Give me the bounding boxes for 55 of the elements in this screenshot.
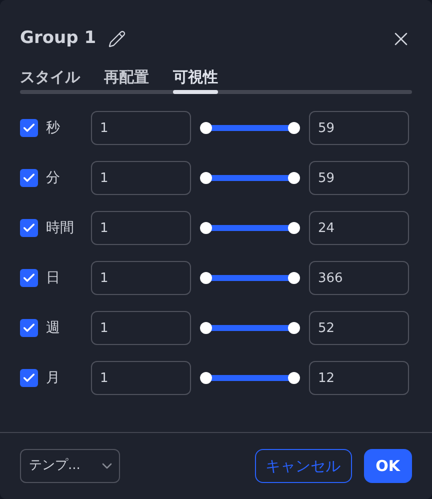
min-field[interactable]: 1 [91, 361, 191, 395]
max-field[interactable]: 52 [309, 311, 409, 345]
slider-handle[interactable] [200, 222, 212, 234]
min-field[interactable]: 1 [91, 211, 191, 245]
slider-handle[interactable] [200, 322, 212, 334]
dialog-title: Group 1 [20, 27, 96, 50]
slider-handle[interactable] [288, 322, 300, 334]
slider-handle[interactable] [288, 172, 300, 184]
interval-label: 月 [46, 368, 61, 388]
max-field[interactable]: 59 [309, 111, 409, 145]
check-icon [22, 171, 36, 185]
checkbox[interactable] [20, 369, 38, 387]
slider-handle[interactable] [200, 122, 212, 134]
slider-handle[interactable] [200, 172, 212, 184]
max-field[interactable]: 24 [309, 211, 409, 245]
slider-handle[interactable] [288, 272, 300, 284]
tab[interactable]: スタイル [20, 64, 80, 90]
slider-handle[interactable] [200, 372, 212, 384]
checkbox[interactable] [20, 219, 38, 237]
tab[interactable]: 再配置 [104, 64, 149, 90]
range-slider-track[interactable] [200, 371, 300, 385]
interval-label: 日 [46, 268, 61, 288]
check-icon [22, 321, 36, 335]
range-slider-track[interactable] [200, 121, 300, 135]
max-field[interactable]: 366 [309, 261, 409, 295]
range-slider-track[interactable] [200, 321, 300, 335]
checkbox[interactable] [20, 169, 38, 187]
min-field[interactable]: 1 [91, 111, 191, 145]
pencil-icon[interactable] [108, 30, 126, 48]
check-icon [22, 121, 36, 135]
template-dropdown[interactable]: テンプ... [20, 449, 120, 483]
check-icon [22, 371, 36, 385]
range-slider-track[interactable] [200, 271, 300, 285]
tab[interactable]: 可視性 [173, 64, 218, 90]
range-slider-track[interactable] [200, 221, 300, 235]
min-field[interactable]: 1 [91, 261, 191, 295]
max-field[interactable]: 59 [309, 161, 409, 195]
slider-handle[interactable] [288, 372, 300, 384]
max-field[interactable]: 12 [309, 361, 409, 395]
min-field[interactable]: 1 [91, 311, 191, 345]
check-icon [22, 271, 36, 285]
checkbox[interactable] [20, 119, 38, 137]
range-slider-track[interactable] [200, 171, 300, 185]
checkbox[interactable] [20, 269, 38, 287]
interval-label: 分 [46, 168, 61, 188]
slider-handle[interactable] [288, 122, 300, 134]
slider-handle[interactable] [200, 272, 212, 284]
checkbox[interactable] [20, 319, 38, 337]
min-field[interactable]: 1 [91, 161, 191, 195]
interval-label: 秒 [46, 118, 61, 138]
interval-label: 週 [46, 318, 61, 338]
check-icon [22, 221, 36, 235]
ok-button[interactable]: OK [364, 449, 412, 483]
interval-label: 時間 [46, 218, 75, 238]
slider-handle[interactable] [288, 222, 300, 234]
